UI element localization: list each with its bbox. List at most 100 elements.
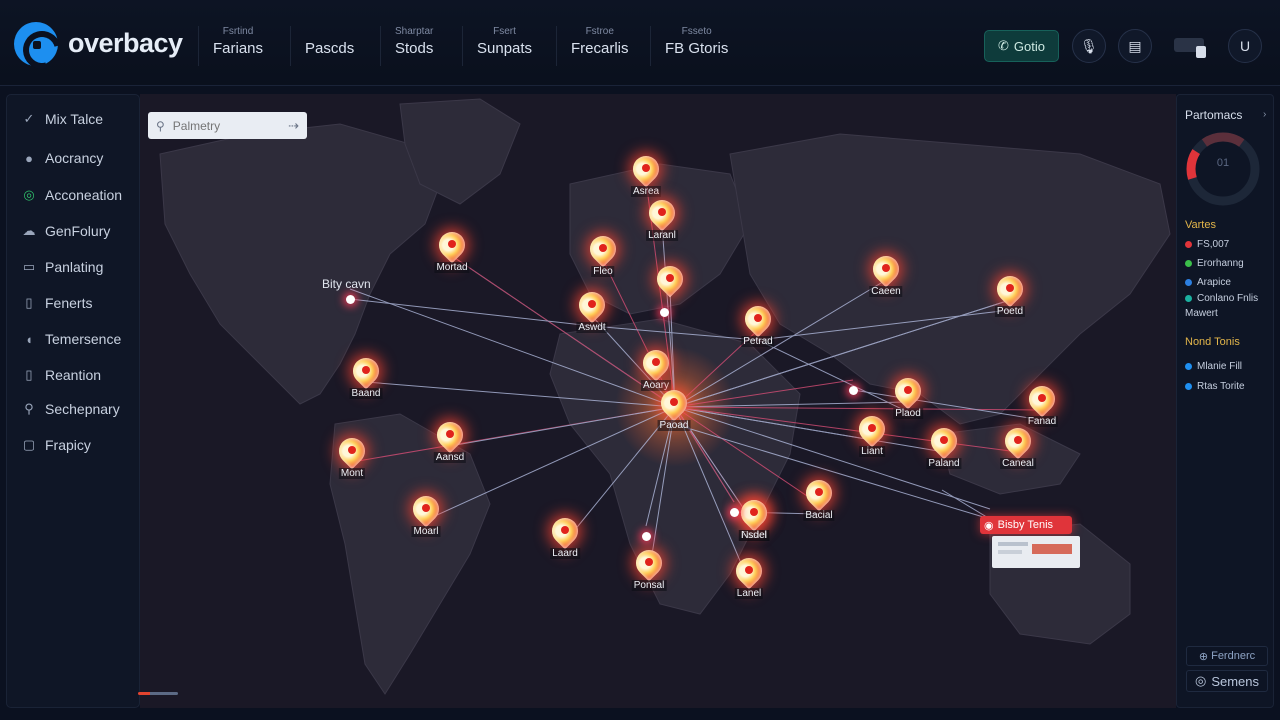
popup-header: ◉ Bisby Tenis [980, 516, 1072, 534]
sensors-button[interactable]: ◎ Semens [1186, 670, 1268, 692]
document-button[interactable]: ▤ [1118, 29, 1152, 63]
microphone-button[interactable]: 🎙︎ [1072, 29, 1106, 63]
nav-item-label: Stods [395, 40, 434, 57]
marker-label: Plaod [893, 408, 923, 419]
marker-label: Nsdel [739, 530, 769, 541]
nav-item-label: Frecarlis [571, 40, 629, 57]
nav-item-label: Pascds [305, 40, 355, 57]
marker-label: Paoad [657, 420, 691, 431]
sidebar-item-acconeation[interactable]: ◎ Acconeation [21, 187, 122, 203]
chevron-right-icon[interactable]: › [1263, 109, 1266, 120]
map-marker-icon[interactable]: Petrad [739, 300, 777, 347]
map-marker-icon[interactable]: Paland [925, 422, 963, 469]
map-marker-icon[interactable]: Aswdt [573, 286, 611, 333]
legend-item: Mlanie Fill [1185, 361, 1242, 372]
map-marker-icon[interactable]: Fanad [1023, 380, 1061, 427]
marker-label: Petrad [741, 336, 775, 347]
map-marker-icon[interactable]: Mont [333, 432, 371, 479]
map-marker-icon[interactable]: Caeen [867, 250, 905, 297]
map-marker-icon[interactable]: Laard [546, 512, 584, 559]
goto-button[interactable]: ✆ Gotio [984, 30, 1059, 62]
user-initial: U [1239, 38, 1251, 54]
nav-item-stods[interactable]: Sharptar Stods [380, 26, 447, 66]
popup-body [992, 536, 1080, 568]
sidebar-item-label: Reantion [45, 367, 102, 383]
legend-dot [1185, 279, 1192, 286]
feature-button[interactable]: ⊕ Ferdnerc [1186, 646, 1268, 666]
marker-label: Liant [859, 446, 885, 457]
map-marker-icon[interactable]: Mortad [433, 226, 471, 273]
sidebar-item-label: Temersence [45, 331, 122, 347]
legend-extra: Mawert [1185, 308, 1218, 319]
marker-label: Aswdt [576, 322, 608, 333]
map-marker-icon[interactable]: Baand [347, 352, 385, 399]
feature-button-label: Ferdnerc [1211, 650, 1256, 662]
legend-label: Conlano Fnlis [1197, 293, 1259, 304]
map-node[interactable] [642, 532, 651, 541]
nav-item-pascds[interactable]: Pascds [290, 26, 368, 66]
map-marker-icon[interactable]: Nsdel [735, 494, 773, 541]
legend-label: Arapice [1197, 277, 1231, 288]
map-marker-icon[interactable]: Ponsal [630, 544, 668, 591]
sidebar-item-label: GenFolury [45, 223, 111, 239]
search-icon: ⚲ [24, 401, 34, 416]
map-marker-icon[interactable]: Moarl [407, 490, 445, 537]
map-node[interactable] [849, 386, 858, 395]
map-marker-icon[interactable]: Bacial [800, 474, 838, 521]
plus-icon: ⊕ [1198, 650, 1209, 663]
legend-label: Erorhanng [1197, 258, 1244, 269]
device-icon[interactable] [1172, 30, 1210, 62]
sidebar-item-fenerts[interactable]: ▯ Fenerts [21, 295, 92, 311]
sidebar-item-label: Panlating [45, 259, 104, 275]
nav-item-farians[interactable]: Fsrtind Farians [198, 26, 277, 66]
layers-icon: ▢ [22, 437, 36, 452]
marker-label: Lanel [734, 588, 764, 599]
search-input[interactable] [172, 118, 273, 133]
map-marker-icon[interactable]: Aoary [637, 344, 675, 391]
nav-item-sunpats[interactable]: Fsert Sunpats [462, 26, 546, 66]
map-marker-icon[interactable]: Fleo [584, 230, 622, 277]
connection-line [349, 298, 593, 327]
legend-label: Mlanie Fill [1197, 361, 1243, 372]
map-marker-icon[interactable] [651, 260, 689, 302]
section-title-nond-tonis: Nond Tonis [1185, 336, 1240, 348]
nav-item-sub: Fsrtind [222, 26, 254, 37]
map-node[interactable] [346, 295, 355, 304]
arrow-right-icon[interactable]: ⇢ [288, 118, 299, 134]
nav-item-sub: Sharptar [395, 26, 434, 37]
sidebar-item-panlating[interactable]: ▭ Panlating [21, 259, 104, 275]
sidebar-item-mix-talce[interactable]: ✓ Mix Talce [21, 111, 104, 127]
map-marker-icon[interactable]: Laranl [643, 194, 681, 241]
brand-logo-icon[interactable] [14, 22, 58, 66]
sidebar-item-reantion[interactable]: ▯ Reantion [21, 367, 101, 383]
sidebar-item-genfolury[interactable]: ☁ GenFolury [21, 223, 111, 239]
map-search[interactable]: ⚲ ⇢ [148, 112, 307, 139]
marker-label: Bacial [803, 510, 835, 521]
sidebar-item-temersence[interactable]: ◖ Temersence [21, 331, 121, 347]
map-node[interactable] [730, 508, 739, 517]
map-marker-icon[interactable]: Plaod [889, 372, 927, 419]
map-popup[interactable]: ◉ Bisby Tenis [980, 516, 1080, 570]
sidebar-item-frapicy[interactable]: ▢ Frapicy [21, 437, 91, 453]
map-marker-icon[interactable]: Asrea [627, 150, 665, 197]
nav-item-frecarlis[interactable]: Fstroe Frecarlis [556, 26, 643, 66]
user-button[interactable]: U [1228, 29, 1262, 63]
nav-item-fb-gtoris[interactable]: Fsseto FB Gtoris [650, 26, 742, 66]
brand-name[interactable]: overbacy [68, 28, 183, 59]
sidebar-item-aocrancy[interactable]: ● Aocrancy [21, 150, 103, 166]
legend-dot [1185, 295, 1192, 302]
world-map[interactable]: Asrea Laranl Mortad Fleo Aswdt Petrad Caeen Poe… [140, 94, 1176, 708]
marker-label: Fleo [591, 266, 615, 277]
map-marker-icon[interactable]: Liant [853, 410, 891, 457]
map-marker-icon[interactable]: Paoad [655, 384, 693, 431]
sidebar-item-sechepnary[interactable]: ⚲ Sechepnary [21, 401, 119, 417]
map-marker-icon[interactable]: Aansd [431, 416, 469, 463]
marker-label: Moarl [411, 526, 441, 537]
map-marker-icon[interactable]: Poetd [991, 270, 1029, 317]
map-marker-icon[interactable]: Lanel [730, 552, 768, 599]
legend-item: Rtas Torite [1185, 381, 1245, 392]
performance-donut: 01 [1185, 131, 1261, 207]
map-node[interactable] [660, 308, 669, 317]
document-icon: ▤ [1128, 37, 1142, 54]
map-marker-icon[interactable]: Caneal [999, 422, 1037, 469]
